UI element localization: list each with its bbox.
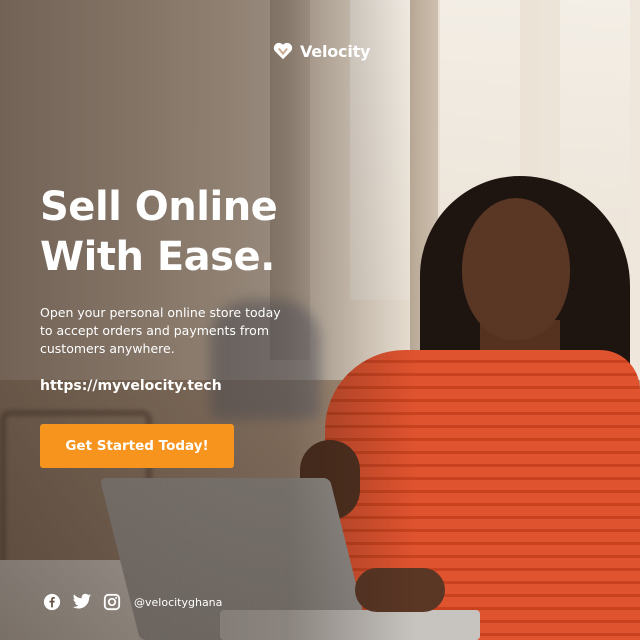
twitter-icon[interactable]: [72, 592, 92, 612]
get-started-button[interactable]: Get Started Today!: [40, 424, 234, 468]
headline: Sell Online With Ease.: [40, 182, 278, 282]
body-line: customers anywhere.: [40, 341, 175, 356]
brand-name: Velocity: [300, 41, 371, 61]
ad-banner: Velocity Sell Online With Ease. Open you…: [0, 0, 640, 640]
headline-line: With Ease.: [40, 234, 275, 280]
body-line: Open your personal online store today: [40, 305, 281, 320]
website-link[interactable]: https://myvelocity.tech: [40, 378, 222, 394]
facebook-icon[interactable]: [42, 592, 62, 612]
social-links: @velocityghana: [42, 592, 222, 612]
instagram-icon[interactable]: [102, 592, 122, 612]
headline-line: Sell Online: [40, 184, 278, 230]
body-line: to accept orders and payments from: [40, 323, 269, 338]
brand-logo[interactable]: Velocity: [272, 40, 370, 62]
body-copy: Open your personal online store today to…: [40, 304, 330, 358]
heart-v-icon: [273, 42, 293, 60]
social-handle[interactable]: @velocityghana: [134, 596, 222, 609]
